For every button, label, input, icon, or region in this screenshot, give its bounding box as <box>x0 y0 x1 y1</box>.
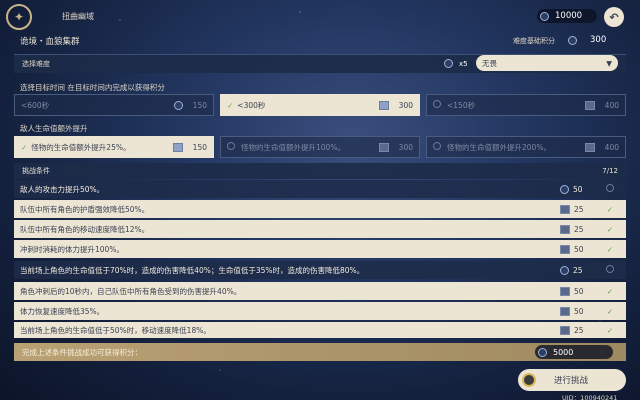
score-badge-icon <box>378 100 389 110</box>
start-button-label: 进行挑战 <box>554 376 589 386</box>
condition-text: 当前场上角色的生命值低于50%时，移动速度降低18%。 <box>20 325 211 335</box>
conditions-count: 7/12 <box>602 167 618 175</box>
option-points: 150 <box>192 100 207 110</box>
base-score-value: 300 <box>590 35 607 45</box>
score-badge-icon <box>560 244 570 254</box>
coin-icon <box>538 347 547 357</box>
currency-value: 10000 <box>555 11 583 21</box>
start-icon <box>522 373 536 387</box>
condition-row[interactable]: 敌人的攻击力提升50%。 50 <box>14 180 626 198</box>
condition-text: 冲刺时消耗的体力提升100%。 <box>20 244 124 254</box>
back-button[interactable]: ↶ <box>604 7 624 27</box>
check-icon: ✓ <box>606 244 614 254</box>
conditions-header: 挑战条件 7/12 <box>14 163 626 179</box>
reward-value: 5000 <box>553 347 574 357</box>
score-badge-icon <box>378 142 389 152</box>
condition-row[interactable]: 队伍中所有角色的护盾强效降低50%。 25 ✓ <box>14 200 626 218</box>
score-badge-icon <box>560 204 570 214</box>
score-badge-icon <box>560 286 570 296</box>
option-label: 怪物的生命值额外提升100%。 <box>241 142 345 152</box>
score-badge-icon <box>172 142 183 152</box>
reward-label: 完成上述条件挑战成功可获得积分： <box>22 347 142 357</box>
coin-icon <box>560 184 569 194</box>
condition-text: 队伍中所有角色的移动速度降低12%。 <box>20 224 150 234</box>
base-score-label: 难度基础积分 <box>513 37 555 45</box>
difficulty-multiplier: x5 <box>444 59 468 68</box>
option-points: 300 <box>398 142 413 152</box>
score-badge-icon <box>560 306 570 316</box>
condition-text: 敌人的攻击力提升50%。 <box>20 184 105 194</box>
time-option-600[interactable]: <600秒 150 <box>14 94 214 116</box>
check-icon: ✓ <box>606 204 614 214</box>
condition-points: 50 <box>574 244 584 254</box>
condition-row[interactable]: 角色冲刺后的10秒内，自己队伍中所有角色受到的伤害提升40%。 50 ✓ <box>14 282 626 300</box>
option-label: <300秒 <box>237 100 266 110</box>
option-label: 怪物的生命值额外提升25%。 <box>31 142 131 152</box>
condition-row[interactable]: 当前场上角色的生命值低于50%时，移动速度降低18%。 25 ✓ <box>14 322 626 338</box>
difficulty-label: 选择难度 <box>22 60 50 68</box>
multiplier-value: x5 <box>459 59 468 68</box>
option-points: 300 <box>398 100 413 110</box>
coin-icon <box>568 36 577 45</box>
option-points: 400 <box>604 142 619 152</box>
hp-section-label: 敌人生命值额外提升 <box>20 124 88 133</box>
radio-icon <box>606 265 614 273</box>
time-section-label: 选择目标时间 在目标时间内完成以获得积分 <box>20 83 165 92</box>
radio-icon <box>433 141 441 150</box>
condition-row[interactable]: 队伍中所有角色的移动速度降低12%。 25 ✓ <box>14 220 626 238</box>
check-icon: ✓ <box>606 286 614 296</box>
check-icon: ✓ <box>606 224 614 234</box>
coin-icon <box>560 265 569 275</box>
condition-text: 体力恢复速度降低35%。 <box>20 306 105 316</box>
condition-points: 25 <box>574 204 584 214</box>
coin-icon <box>444 59 453 68</box>
check-icon: ✓ <box>606 306 614 316</box>
condition-points: 50 <box>573 184 583 194</box>
radio-icon <box>433 99 441 108</box>
condition-points: 25 <box>573 265 583 275</box>
condition-text: 角色冲刺后的10秒内，自己队伍中所有角色受到的伤害提升40%。 <box>20 286 242 296</box>
check-icon: ✓ <box>227 100 234 110</box>
option-points: 400 <box>604 100 619 110</box>
domain-name: 诡境・血狼集群 <box>20 37 80 47</box>
hp-option-100[interactable]: 怪物的生命值额外提升100%。 300 <box>220 136 420 158</box>
currency-counter: 10000 <box>537 9 597 23</box>
score-badge-icon <box>560 325 570 335</box>
option-label: 怪物的生命值额外提升200%。 <box>447 142 551 152</box>
radio-icon <box>606 184 614 192</box>
condition-points: 50 <box>574 306 584 316</box>
time-option-150[interactable]: <150秒 400 <box>426 94 626 116</box>
difficulty-selected: 无畏 <box>482 58 497 68</box>
condition-row[interactable]: 当前场上角色的生命值低于70%时，造成的伤害降低40%；生命值低于35%时，造成… <box>14 261 626 279</box>
option-label: <150秒 <box>447 100 476 110</box>
condition-points: 25 <box>574 325 584 335</box>
hp-option-25[interactable]: ✓ 怪物的生命值额外提升25%。 150 <box>14 136 214 158</box>
time-option-300[interactable]: ✓ <300秒 300 <box>220 94 420 116</box>
score-badge-icon <box>584 142 595 152</box>
check-icon: ✓ <box>21 142 28 152</box>
condition-text: 当前场上角色的生命值低于70%时，造成的伤害降低40%；生命值低于35%时，造成… <box>20 265 365 275</box>
score-badge-icon <box>560 224 570 234</box>
condition-row[interactable]: 冲刺时消耗的体力提升100%。 50 ✓ <box>14 240 626 258</box>
condition-points: 50 <box>574 286 584 296</box>
option-points: 150 <box>192 142 207 152</box>
coin-icon <box>540 11 549 21</box>
page-title: 扭曲幽域 <box>62 12 94 21</box>
domain-emblem-icon: ✦ <box>6 4 32 30</box>
condition-points: 25 <box>574 224 584 234</box>
score-badge-icon <box>584 100 595 110</box>
conditions-label: 挑战条件 <box>22 167 50 175</box>
condition-text: 队伍中所有角色的护盾强效降低50%。 <box>20 204 150 214</box>
hp-option-200[interactable]: 怪物的生命值额外提升200%。 400 <box>426 136 626 158</box>
coin-icon <box>173 100 183 110</box>
start-challenge-button[interactable]: 进行挑战 <box>518 369 626 391</box>
difficulty-dropdown[interactable]: 无畏 ▼ <box>476 55 618 71</box>
option-label: <600秒 <box>21 100 50 110</box>
caret-down-icon: ▼ <box>606 58 612 68</box>
condition-row[interactable]: 体力恢复速度降低35%。 50 ✓ <box>14 302 626 320</box>
reward-total: 5000 <box>535 345 613 359</box>
radio-icon <box>227 141 235 150</box>
check-icon: ✓ <box>606 325 614 335</box>
uid-label: UID：100940241 <box>562 394 618 400</box>
